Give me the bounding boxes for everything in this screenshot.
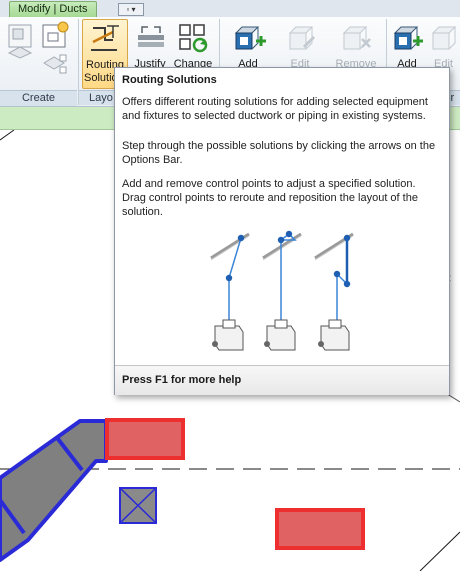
- edit-lining-icon: [431, 26, 457, 50]
- change-icon: [179, 24, 208, 53]
- add-lining-icon: [393, 26, 423, 50]
- add-insulation-icon: [234, 26, 266, 50]
- selected-equipment[interactable]: [275, 508, 365, 550]
- tooltip-control-points-text: Add and remove control points to adjust …: [122, 178, 418, 218]
- view-edge-line: [419, 531, 460, 571]
- tooltip-help-text: Press F1 for more help: [122, 374, 242, 386]
- edit-insulation-icon: [288, 26, 316, 50]
- selected-duct-end[interactable]: [105, 418, 185, 460]
- tooltip-step-text: Step through the possible solutions by c…: [122, 140, 436, 166]
- justify-icon: [138, 26, 164, 47]
- routing-option-3: [314, 232, 354, 351]
- view-edge-line: [0, 130, 15, 141]
- tab-modify-ducts[interactable]: Modify | Ducts: [9, 1, 97, 17]
- create-parts-button[interactable]: [40, 19, 72, 87]
- remove-insulation-icon: [342, 26, 371, 50]
- quick-access-toggle[interactable]: ▫ ▾: [118, 3, 144, 16]
- panel-label-create: Create: [0, 90, 77, 106]
- duct-run[interactable]: [0, 419, 108, 562]
- ribbon-tab-bar: Modify | Ducts ▫ ▾: [0, 0, 460, 18]
- tooltip-title: Routing Solutions: [122, 74, 217, 86]
- create-similar-button[interactable]: [6, 19, 36, 87]
- air-terminal[interactable]: [119, 487, 157, 524]
- routing-option-1: [210, 232, 250, 351]
- tooltip-description: Offers different routing solutions for a…: [122, 96, 428, 122]
- routing-solutions-icon: [91, 25, 119, 51]
- create-parts-icon: [42, 21, 69, 74]
- routing-solutions-tooltip: Routing Solutions Offers different routi…: [114, 67, 450, 395]
- create-similar-icon: [7, 24, 33, 59]
- tooltip-footer: Press F1 for more help: [115, 365, 449, 395]
- routing-illustration: [210, 230, 354, 351]
- routing-option-2: [262, 230, 302, 351]
